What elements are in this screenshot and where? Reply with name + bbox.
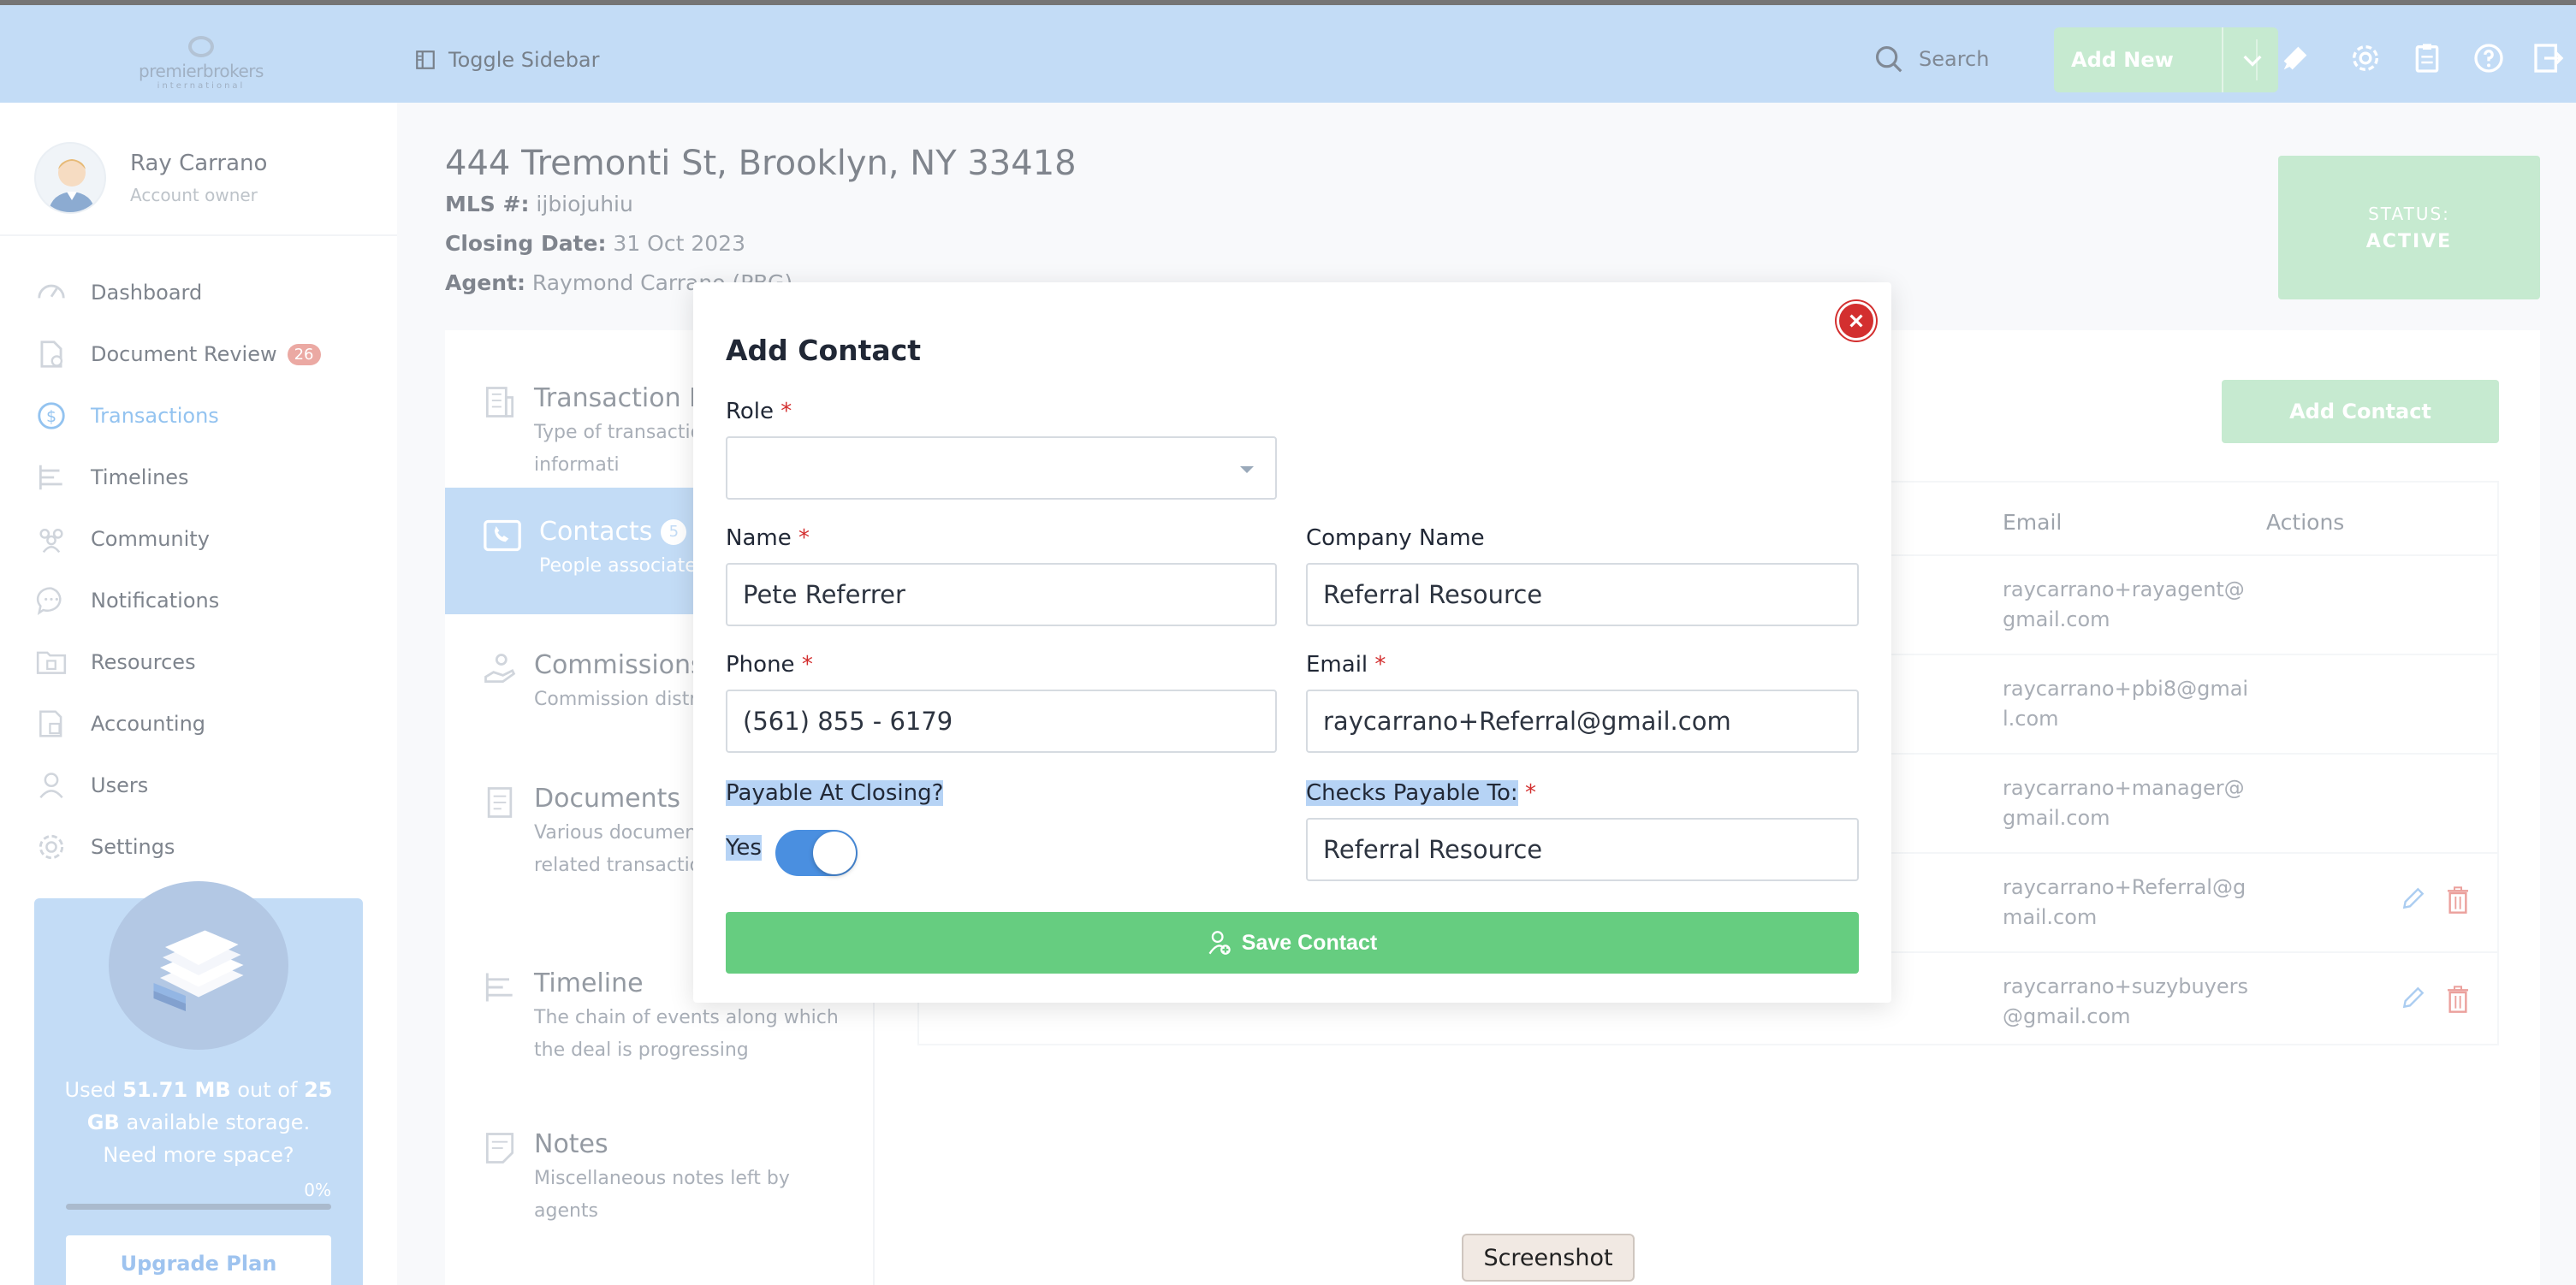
chevron-down-icon[interactable] xyxy=(1238,464,1256,476)
add-contact-modal: Add Contact Role * Name * Company Name P… xyxy=(693,282,1891,1003)
payable-at-closing-label: Payable At Closing? xyxy=(726,780,944,806)
name-label: Name * xyxy=(726,525,810,551)
checks-payable-input[interactable] xyxy=(1306,818,1859,881)
payable-at-closing-text: Payable At Closing? xyxy=(726,780,944,806)
payable-toggle-state: Yes xyxy=(726,835,762,861)
role-label-text: Role xyxy=(726,399,775,424)
required-mark: * xyxy=(801,652,813,678)
toggle-knob xyxy=(813,832,856,874)
email-label-text: Email xyxy=(1306,652,1368,678)
close-icon xyxy=(1849,314,1863,328)
phone-label: Phone * xyxy=(726,652,813,678)
company-name-input[interactable] xyxy=(1306,563,1859,626)
required-mark: * xyxy=(781,399,792,424)
add-user-icon xyxy=(1208,931,1231,955)
required-mark: * xyxy=(1524,780,1536,806)
name-input[interactable] xyxy=(726,563,1277,626)
payable-at-closing-toggle[interactable] xyxy=(775,830,858,876)
payable-toggle-state-text: Yes xyxy=(726,835,762,861)
name-label-text: Name xyxy=(726,525,792,551)
save-contact-label: Save Contact xyxy=(1241,930,1378,955)
save-contact-button[interactable]: Save Contact xyxy=(726,912,1859,974)
checks-payable-text: Checks Payable To: xyxy=(1306,780,1518,806)
role-label: Role * xyxy=(726,399,792,424)
email-label: Email * xyxy=(1306,652,1386,678)
phone-label-text: Phone xyxy=(726,652,795,678)
company-name-label: Company Name xyxy=(1306,525,1485,551)
screenshot-tooltip: Screenshot xyxy=(1462,1234,1635,1282)
role-select[interactable] xyxy=(726,436,1277,500)
close-button[interactable] xyxy=(1837,301,1876,340)
required-mark: * xyxy=(1374,652,1386,678)
email-field[interactable] xyxy=(1306,690,1859,753)
modal-title: Add Contact xyxy=(726,334,922,367)
checks-payable-label: Checks Payable To: * xyxy=(1306,780,1536,806)
required-mark: * xyxy=(798,525,810,551)
phone-input[interactable] xyxy=(726,690,1277,753)
